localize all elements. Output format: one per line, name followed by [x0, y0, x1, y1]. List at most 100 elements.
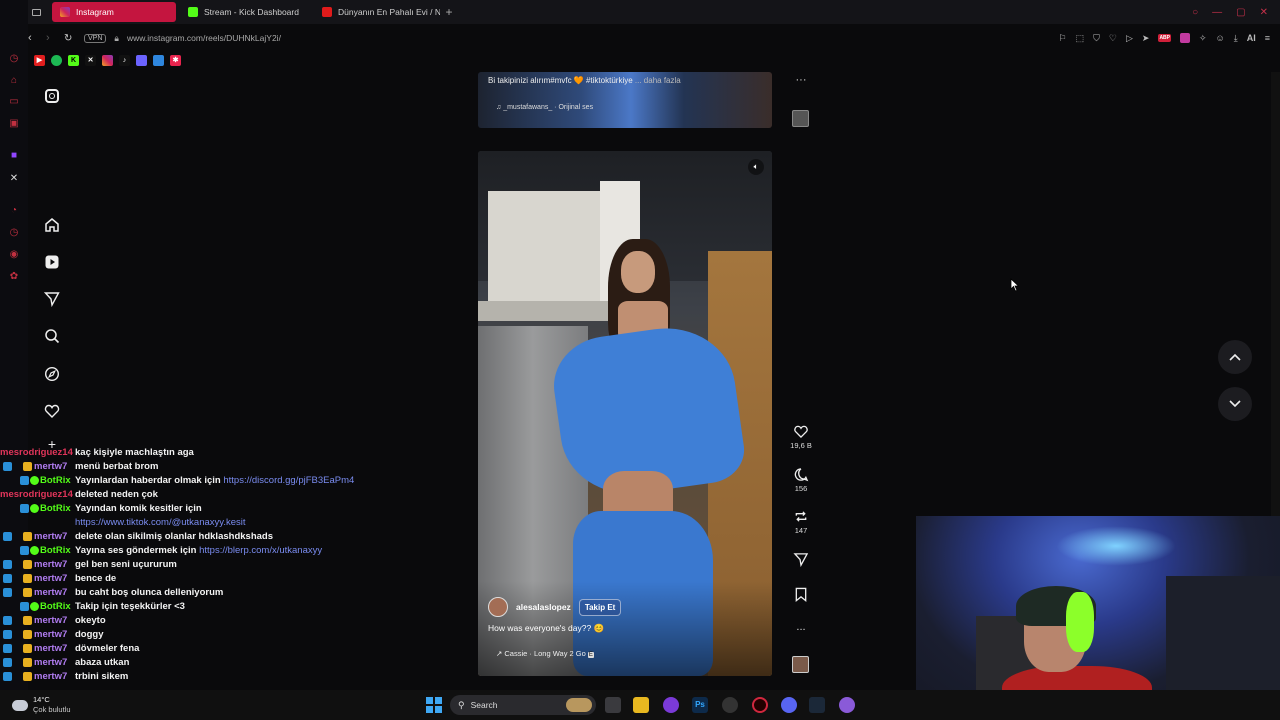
chat-text: Yayından komik kesitler için: [75, 503, 202, 514]
previous-more-icon[interactable]: ···: [790, 74, 812, 86]
volume-icon[interactable]: 🔈︎: [748, 159, 764, 175]
previous-reel-caption: Bi takipinizi alırım#mvfc 🧡 #tiktoktürki…: [488, 76, 681, 85]
instagram-logo-icon[interactable]: [42, 86, 62, 106]
previous-audio-thumbnail[interactable]: [792, 110, 809, 127]
settings-icon[interactable]: [722, 697, 738, 713]
close-window-icon[interactable]: ✕: [1260, 7, 1268, 18]
like-button[interactable]: 19,6 B: [790, 424, 812, 450]
more-options-icon[interactable]: ...: [790, 621, 812, 633]
file-explorer-icon[interactable]: [633, 697, 649, 713]
sidebar-extensions-icon[interactable]: ◉: [8, 249, 20, 261]
download-icon[interactable]: ⤓: [1234, 33, 1238, 44]
comment-button[interactable]: 156: [790, 467, 812, 493]
search-tabs-icon[interactable]: ○: [1192, 7, 1198, 18]
reels-icon[interactable]: [42, 252, 62, 272]
minimize-icon[interactable]: —: [1212, 7, 1222, 18]
heart-icon[interactable]: ♡: [1109, 33, 1117, 44]
previous-reel-audio[interactable]: ♫ _mustafawans_ · Orijinal ses: [496, 104, 593, 111]
maximize-icon[interactable]: ▢: [1236, 7, 1245, 18]
shield-icon[interactable]: ⛉: [1093, 33, 1100, 44]
puzzle-icon[interactable]: ✧: [1199, 33, 1207, 44]
x-bookmark-icon[interactable]: ✕: [85, 54, 96, 66]
easy-setup-icon[interactable]: ≡: [1265, 33, 1270, 43]
snapshot-icon[interactable]: ⬚: [1076, 33, 1085, 44]
sidebar-settings-icon[interactable]: ✿: [8, 271, 20, 283]
chat-message: mertw7 trbini sikem: [0, 670, 470, 684]
sidebar-twitch-icon[interactable]: ■: [8, 150, 20, 162]
translate-bookmark-icon[interactable]: [153, 54, 164, 66]
gift-badge-icon: [23, 616, 32, 625]
verified-badge-icon: [30, 476, 39, 485]
next-reel-button[interactable]: [1218, 387, 1252, 421]
chat-message: mesrodriguez14 kaç kişiyle machlaştın ag…: [0, 446, 470, 460]
search-label: Search: [470, 700, 498, 710]
messages-icon[interactable]: [42, 289, 62, 309]
chat-link[interactable]: https://discord.gg/pjFB3EaPm4: [223, 475, 354, 486]
twitch-bookmark-icon[interactable]: [136, 54, 147, 66]
chat-message: BotRix Yayınlardan haberdar olmak için h…: [0, 474, 470, 488]
app-icon[interactable]: [663, 697, 679, 713]
audio-thumbnail[interactable]: [792, 656, 809, 673]
avatar[interactable]: [488, 597, 508, 617]
spotify-bookmark-icon[interactable]: [51, 54, 62, 66]
repost-button[interactable]: 147: [790, 509, 812, 535]
weather-widget[interactable]: 14°C Çok bulutlu: [12, 695, 71, 715]
subscriber-badge-icon: [20, 602, 29, 611]
discord-icon[interactable]: [781, 697, 797, 713]
sidebar-bag-icon[interactable]: ⌂: [8, 75, 20, 87]
reload-icon[interactable]: ↻: [64, 33, 84, 44]
chat-link[interactable]: https://www.tiktok.com/@utkanaxyy.kesit: [75, 517, 246, 528]
sidebar-clock-icon[interactable]: ◔: [8, 205, 20, 217]
steam-icon[interactable]: [809, 697, 825, 713]
tab-instagram[interactable]: Instagram: [52, 2, 176, 22]
sidebar-messenger-icon[interactable]: ▭: [8, 96, 20, 108]
new-tab-button[interactable]: +: [440, 5, 458, 19]
taskbar-search[interactable]: ⚲ Search: [450, 695, 596, 715]
back-icon[interactable]: ‹: [28, 32, 46, 44]
opera-gx-icon[interactable]: [752, 697, 768, 713]
photoshop-icon[interactable]: Ps: [692, 697, 708, 713]
save-button[interactable]: [790, 587, 812, 604]
reel-audio[interactable]: ↗ Cassie · Long Way 2 Go E: [496, 649, 594, 658]
share-button[interactable]: [790, 552, 812, 569]
sidebar-history-icon[interactable]: ◷: [8, 53, 20, 65]
bookmarks-bar: ▶ K ✕ ♪ ✱: [28, 52, 181, 68]
sidebar-x-icon[interactable]: ✕: [8, 173, 20, 185]
chat-username: mertw7: [34, 615, 68, 626]
chat-link[interactable]: https://blerp.com/x/utkanaxyy: [199, 545, 322, 556]
send-icon[interactable]: ➤: [1142, 33, 1150, 44]
task-view-icon[interactable]: [605, 697, 621, 713]
instagram-bookmark-icon[interactable]: [102, 54, 113, 66]
previous-reel-video[interactable]: Bi takipinizi alırım#mvfc 🧡 #tiktoktürki…: [478, 72, 772, 128]
author-username[interactable]: alesalaslopez: [516, 602, 571, 612]
forward-icon[interactable]: ›: [46, 32, 64, 44]
previous-reel-button[interactable]: [1218, 340, 1252, 374]
app-tray-icon[interactable]: [839, 697, 855, 713]
youtube-bookmark-icon[interactable]: ▶: [34, 54, 45, 66]
tiktok-bookmark-icon[interactable]: ♪: [119, 54, 130, 66]
subscriber-badge-icon: [3, 616, 12, 625]
sidebar-downloads-icon[interactable]: ◷: [8, 227, 20, 239]
explore-icon[interactable]: [42, 364, 62, 384]
abp-icon[interactable]: ABP: [1158, 34, 1171, 42]
tab-youtube-video[interactable]: Dünyanın En Pahalı Evi / N: [314, 2, 440, 22]
bookmark-icon[interactable]: ⚐: [1059, 33, 1067, 44]
url-field[interactable]: www.instagram.com/reels/DUHNkLajY2i/: [127, 33, 281, 43]
tab-kick-dashboard[interactable]: Stream - Kick Dashboard: [180, 2, 310, 22]
chat-text: Yayına ses göndermek için: [75, 545, 197, 556]
aria-ai-button[interactable]: AI: [1247, 33, 1256, 43]
kick-bookmark-icon[interactable]: K: [68, 54, 79, 66]
search-icon[interactable]: [42, 326, 62, 346]
sidebar-music-icon[interactable]: ▣: [8, 118, 20, 130]
home-icon[interactable]: [42, 215, 62, 235]
vpn-badge[interactable]: VPN: [84, 33, 107, 43]
app-bookmark-icon[interactable]: ✱: [170, 54, 181, 66]
windows-start-icon[interactable]: [426, 697, 442, 713]
account-icon[interactable]: ☺: [1216, 33, 1225, 43]
follow-button[interactable]: Takip Et: [578, 598, 622, 616]
notifications-icon[interactable]: [42, 401, 62, 421]
chat-message: mertw7 doggy: [0, 628, 470, 642]
play-icon[interactable]: ▷: [1126, 33, 1133, 44]
extension-icon[interactable]: [1180, 33, 1190, 43]
reel-video[interactable]: 🔈︎ alesalaslopez Takip Et How was everyo…: [478, 151, 772, 676]
